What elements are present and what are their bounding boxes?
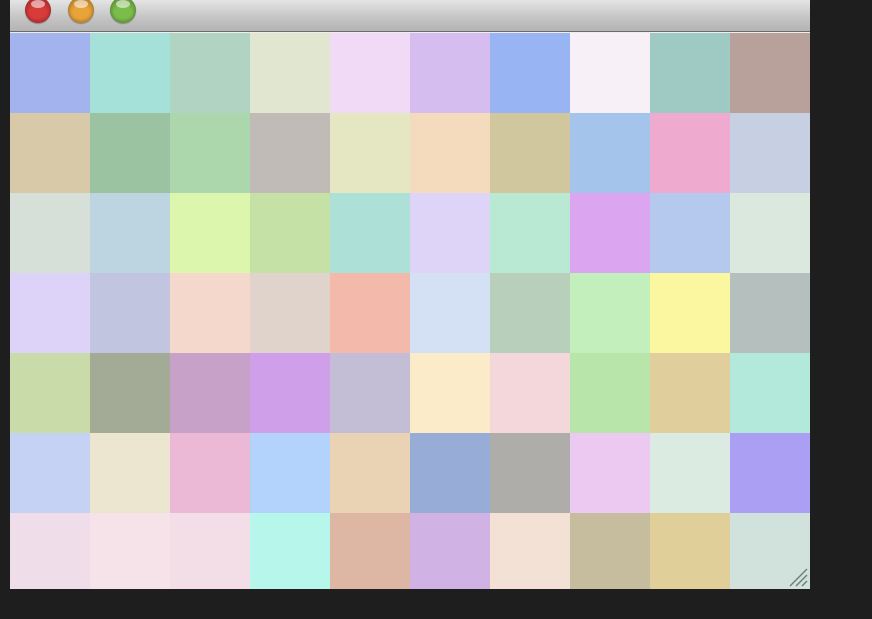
color-swatch[interactable] (90, 273, 170, 353)
color-swatch[interactable] (90, 193, 170, 273)
color-swatch[interactable] (250, 33, 330, 113)
color-swatch[interactable] (90, 513, 170, 589)
color-swatch[interactable] (170, 353, 250, 433)
resize-grip-icon[interactable] (786, 565, 808, 587)
minimize-button[interactable] (68, 0, 94, 23)
color-swatch[interactable] (570, 193, 650, 273)
color-swatch[interactable] (570, 433, 650, 513)
color-swatch[interactable] (90, 113, 170, 193)
color-swatch[interactable] (170, 113, 250, 193)
color-swatch[interactable] (730, 273, 810, 353)
color-swatch[interactable] (330, 513, 410, 589)
color-swatch[interactable] (250, 113, 330, 193)
color-swatch[interactable] (650, 33, 730, 113)
color-swatch[interactable] (250, 353, 330, 433)
title-bar[interactable] (10, 0, 810, 32)
color-swatch[interactable] (250, 273, 330, 353)
color-swatch[interactable] (170, 33, 250, 113)
color-swatch[interactable] (410, 433, 490, 513)
color-swatch[interactable] (90, 33, 170, 113)
color-swatch[interactable] (650, 513, 730, 589)
color-swatch[interactable] (90, 353, 170, 433)
zoom-button[interactable] (110, 0, 136, 23)
color-swatch[interactable] (490, 193, 570, 273)
color-swatch[interactable] (170, 433, 250, 513)
color-swatch[interactable] (730, 433, 810, 513)
color-swatch[interactable] (490, 273, 570, 353)
color-swatch[interactable] (250, 433, 330, 513)
color-swatch[interactable] (410, 353, 490, 433)
color-swatch[interactable] (10, 513, 90, 589)
color-swatch[interactable] (730, 353, 810, 433)
color-swatch-grid (10, 33, 810, 589)
color-swatch[interactable] (570, 113, 650, 193)
color-swatch[interactable] (170, 273, 250, 353)
color-swatch[interactable] (730, 113, 810, 193)
color-swatch[interactable] (650, 113, 730, 193)
color-swatch[interactable] (730, 33, 810, 113)
color-swatch[interactable] (10, 193, 90, 273)
color-swatch[interactable] (330, 33, 410, 113)
color-swatch[interactable] (250, 513, 330, 589)
color-swatch[interactable] (490, 33, 570, 113)
color-swatch[interactable] (330, 273, 410, 353)
color-swatch[interactable] (410, 273, 490, 353)
color-swatch[interactable] (330, 193, 410, 273)
color-swatch[interactable] (410, 113, 490, 193)
color-swatch[interactable] (570, 33, 650, 113)
color-swatch[interactable] (10, 433, 90, 513)
color-swatch[interactable] (650, 273, 730, 353)
color-swatch[interactable] (10, 113, 90, 193)
color-swatch[interactable] (90, 433, 170, 513)
color-swatch[interactable] (410, 33, 490, 113)
color-swatch[interactable] (330, 353, 410, 433)
app-window (10, 0, 810, 589)
color-swatch[interactable] (330, 113, 410, 193)
color-swatch[interactable] (330, 433, 410, 513)
color-swatch[interactable] (410, 193, 490, 273)
color-swatch[interactable] (490, 113, 570, 193)
color-swatch[interactable] (650, 193, 730, 273)
color-swatch[interactable] (490, 353, 570, 433)
color-swatch[interactable] (490, 433, 570, 513)
color-swatch[interactable] (10, 273, 90, 353)
color-swatch[interactable] (730, 193, 810, 273)
color-swatch[interactable] (10, 33, 90, 113)
color-swatch[interactable] (650, 353, 730, 433)
color-swatch[interactable] (570, 353, 650, 433)
color-swatch[interactable] (170, 193, 250, 273)
color-swatch[interactable] (650, 433, 730, 513)
color-swatch[interactable] (410, 513, 490, 589)
color-swatch[interactable] (570, 513, 650, 589)
color-swatch[interactable] (490, 513, 570, 589)
color-swatch[interactable] (170, 513, 250, 589)
color-swatch[interactable] (10, 353, 90, 433)
color-swatch[interactable] (570, 273, 650, 353)
color-swatch[interactable] (250, 193, 330, 273)
close-button[interactable] (25, 0, 51, 23)
